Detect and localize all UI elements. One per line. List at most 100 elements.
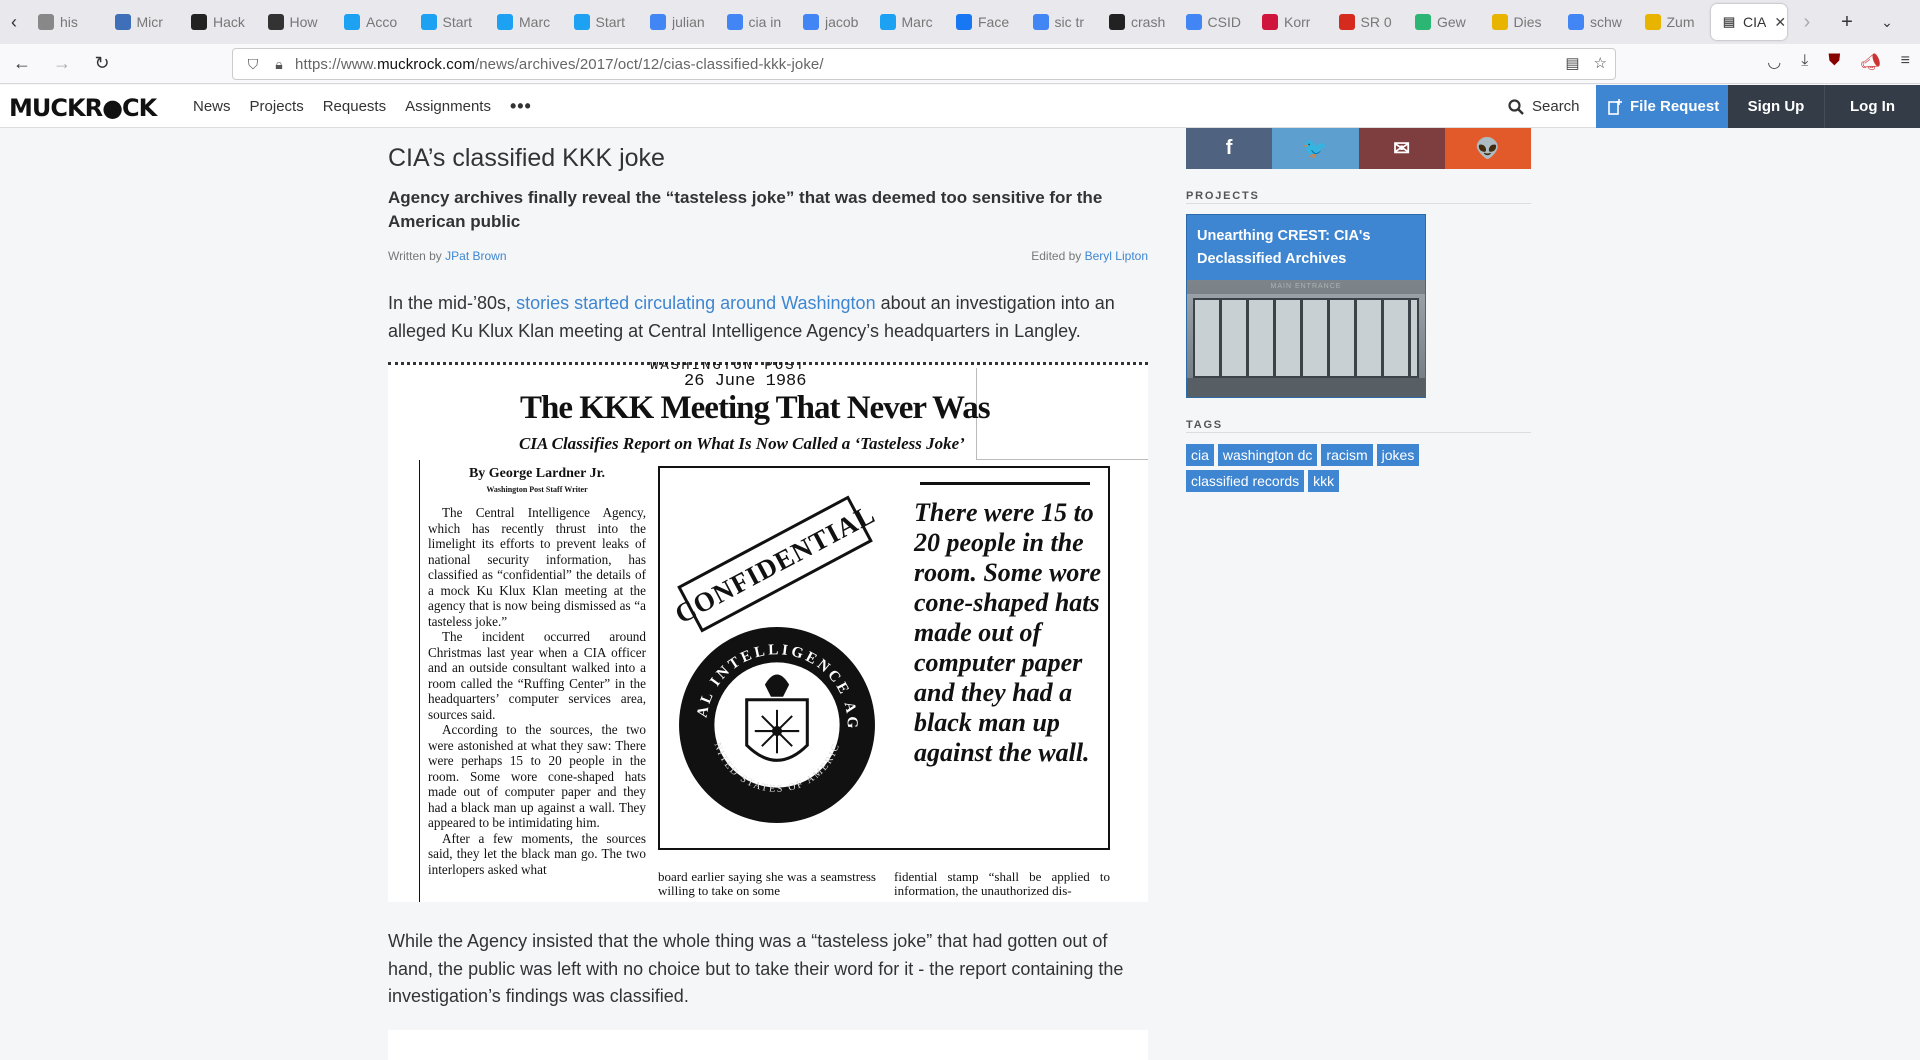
clipping-column-1: By George Lardner Jr. Washington Post St… [428,466,646,877]
github-icon [1109,14,1125,30]
browser-tab[interactable]: Start [564,4,641,40]
log-in-button[interactable]: Log In [1824,85,1920,128]
share-twitter-button[interactable]: 🐦 [1272,128,1359,169]
nav-assignments[interactable]: Assignments [405,98,491,115]
browser-tab[interactable]: Korr [1252,4,1329,40]
google-icon [1568,14,1584,30]
author-link[interactable]: JPat Brown [445,249,506,263]
tag-list: cia washington dc racism jokes classifie… [1186,444,1531,492]
back-icon[interactable]: ← [4,48,40,80]
nav-news[interactable]: News [193,98,231,115]
clipping-divider [976,368,1148,460]
browser-tab[interactable]: sic tr [1023,4,1100,40]
browser-tab[interactable]: Marc [487,4,564,40]
more-menu-icon[interactable]: ••• [510,96,532,117]
browser-tab[interactable]: Acco [334,4,411,40]
browser-tab[interactable]: julian [640,4,717,40]
file-request-label: File Request [1630,98,1720,115]
browser-tab[interactable]: CSID [1176,4,1253,40]
page-icon: ▤ [1722,14,1736,29]
tab-list-chevron-down-icon[interactable]: ⌄ [1867,0,1907,44]
browser-tab[interactable]: Zum [1635,4,1712,40]
downloads-icon[interactable]: ⤓ [1801,52,1808,72]
tab-label: CSID [1207,14,1241,30]
article-title: CIA’s classified KKK joke [388,144,665,172]
browser-tab[interactable]: jacob [793,4,870,40]
tab-label: CIA [1743,14,1767,30]
tags-heading: TAGS [1186,419,1223,431]
share-email-button[interactable]: ✉ [1358,128,1445,169]
close-tab-icon[interactable]: ✕ [1774,14,1786,31]
browser-tab[interactable]: Face [946,4,1023,40]
editor-link[interactable]: Beryl Lipton [1085,249,1148,263]
clipping-author: By George Lardner Jr. [468,466,606,481]
tag-washington-dc[interactable]: washington dc [1217,444,1318,466]
tags-divider [1186,432,1531,433]
forward-icon[interactable]: → [44,48,80,80]
menu-icon[interactable]: ≡ [1901,52,1910,72]
address-bar[interactable]: ⛉ 🔒︎ https://www.muckrock.com/news/archi… [232,48,1616,80]
byline: Written by JPat Brown [388,249,507,263]
google-icon [726,14,743,30]
search-button[interactable]: Search [1508,85,1580,128]
browser-tab[interactable]: crash [1099,4,1176,40]
clipping-column-3: fidential stamp “shall be applied to inf… [894,869,1110,898]
tag-cia[interactable]: cia [1186,444,1214,466]
tab-label: Acco [366,14,398,30]
pocket-icon[interactable]: ◡ [1767,52,1781,72]
browser-tab[interactable]: Micr [105,4,182,40]
swiss-icon [1338,14,1355,30]
browser-tab[interactable]: Marc [870,4,947,40]
browser-tab[interactable]: cia in [717,4,794,40]
url-text[interactable]: https://www.muckrock.com/news/archives/2… [295,56,824,73]
twitter-icon [497,14,513,30]
tag-classified-records[interactable]: classified records [1186,470,1305,492]
newspaper-clipping-image: WASHINGTON POST 26 June 1986 The KKK Mee… [388,362,1148,902]
nav-requests[interactable]: Requests [323,98,386,115]
browser-tab[interactable]: schw [1558,4,1635,40]
browser-tab[interactable]: Gew [1405,4,1482,40]
tab-label: schw [1590,14,1622,30]
project-image[interactable]: MAIN ENTRANCE [1187,280,1425,397]
tag-kkk[interactable]: kkk [1308,470,1340,492]
clipping-deck: CIA Classifies Report on What Is Now Cal… [519,434,965,453]
tag-racism[interactable]: racism [1321,444,1373,466]
tab-label: Korr [1284,14,1311,30]
tab-label: Start [442,14,473,30]
reddit-icon: 👽 [1475,138,1501,160]
project-title[interactable]: Unearthing CREST: CIA's Declassified Arc… [1197,225,1417,271]
muckrock-logo[interactable]: MUCKR●CK [9,94,157,122]
ublock-icon[interactable]: ⛊ [1828,52,1840,72]
tag-jokes[interactable]: jokes [1376,444,1420,466]
nav-projects[interactable]: Projects [250,98,304,115]
tab-label: cia in [748,14,782,30]
shield-icon[interactable]: ⛉ [243,54,263,74]
new-tab-icon[interactable]: + [1827,0,1867,44]
twitter-icon [420,14,437,30]
twitter-icon: 🐦 [1302,138,1328,160]
project-card[interactable]: Unearthing CREST: CIA's Declassified Arc… [1186,214,1426,398]
lock-icon[interactable]: 🔒︎ [269,54,289,74]
projects-heading: PROJECTS [1186,190,1260,202]
browser-tab[interactable]: SR 0 [1329,4,1406,40]
browser-tab[interactable]: How [258,4,335,40]
bookmark-star-icon[interactable]: ☆ [1594,54,1607,72]
tab-label: Marc [901,14,933,30]
reload-icon[interactable]: ↻ [84,48,120,80]
browser-tab[interactable]: Hack [181,4,258,40]
w-icon [1644,14,1661,30]
clipping-paragraph: The Central Intelligence Agency, which h… [428,505,646,629]
sign-up-button[interactable]: Sign Up [1728,85,1824,128]
browser-tab[interactable]: his [28,4,105,40]
share-facebook-button[interactable]: f [1186,128,1273,169]
browser-tab[interactable]: Start [411,4,488,40]
browser-tab[interactable]: Dies [1482,4,1559,40]
tab-active[interactable]: ▤ CIA ✕ [1711,4,1787,40]
stories-link[interactable]: stories started circulating around Washi… [516,293,876,313]
tab-scroll-right-icon[interactable]: › [1787,0,1827,44]
reader-view-icon[interactable]: ▤ [1565,54,1579,72]
extension-megaphone-icon[interactable]: 📣︎ [1860,52,1880,72]
file-request-button[interactable]: File Request [1596,85,1728,128]
tab-scroll-left-icon[interactable]: ‹ [0,0,28,44]
share-reddit-button[interactable]: 👽 [1444,128,1531,169]
